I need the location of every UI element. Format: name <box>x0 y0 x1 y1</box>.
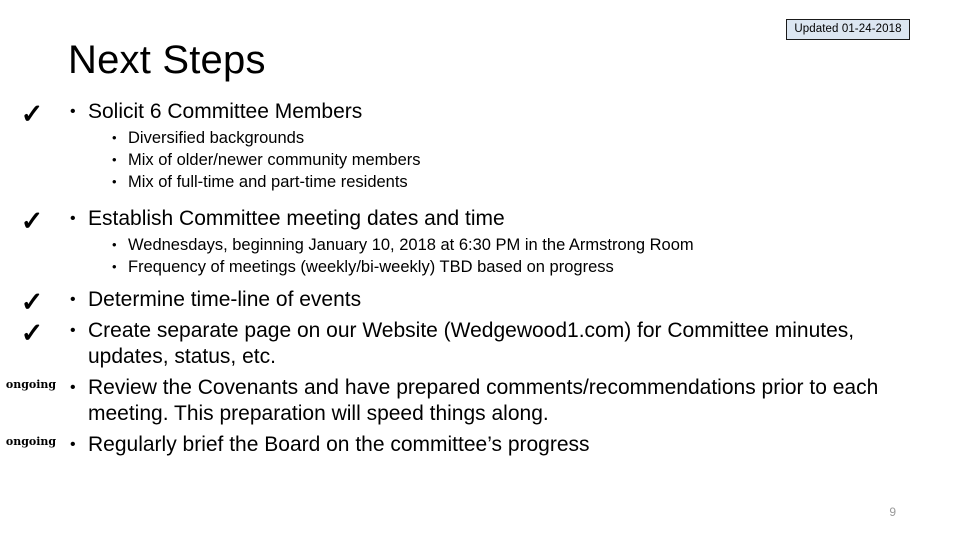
bullet-icon: • <box>112 259 117 274</box>
list-item-label: Solicit 6 Committee Members <box>88 100 363 123</box>
ongoing-label: ongoing <box>5 378 57 391</box>
sub-list-item-label: Mix of older/newer community members <box>128 151 421 169</box>
list-item: ✓ • Solicit 6 Committee Members • Divers… <box>0 99 960 193</box>
list-item-text-row: • Review the Covenants and have prepared… <box>68 375 908 427</box>
list-item-label: Regularly brief the Board on the committ… <box>88 433 590 456</box>
list-item: ✓ • Determine time-line of events <box>0 287 960 317</box>
list-item: ongoing • Review the Covenants and have … <box>0 375 960 427</box>
list-item-text-row: • Create separate page on our Website (W… <box>68 318 908 370</box>
sub-list-item-label: Frequency of meetings (weekly/bi-weekly)… <box>128 258 614 276</box>
updated-badge-label: Updated 01-24-2018 <box>794 22 902 35</box>
list-item-text-row: • Establish Committee meeting dates and … <box>68 206 908 232</box>
slide-canvas: Updated 01-24-2018 Next Steps ✓ • Solici… <box>0 0 960 540</box>
check-icon: ✓ <box>20 318 44 348</box>
bullet-icon: • <box>70 436 76 453</box>
check-icon: ✓ <box>20 287 44 317</box>
status-marker: ongoing <box>0 432 68 450</box>
sub-list-item-label: Wednesdays, beginning January 10, 2018 a… <box>128 236 694 254</box>
list-item-label: Establish Committee meeting dates and ti… <box>88 207 505 230</box>
bullet-icon: • <box>112 152 117 167</box>
status-marker: ongoing <box>0 375 68 393</box>
check-icon: ✓ <box>20 206 44 236</box>
sub-list-item: • Diversified backgrounds <box>112 127 960 149</box>
sub-list-item: • Wednesdays, beginning January 10, 2018… <box>112 234 960 256</box>
bullet-icon: • <box>112 237 117 252</box>
ongoing-label: ongoing <box>5 435 57 448</box>
list-item: ✓ • Create separate page on our Website … <box>0 318 960 370</box>
bullet-icon: • <box>112 130 117 145</box>
bullet-icon: • <box>70 103 76 120</box>
bullet-icon: • <box>70 379 76 396</box>
bullet-icon: • <box>70 322 76 339</box>
page-number: 9 <box>889 505 896 519</box>
sub-list-item: • Mix of full-time and part-time residen… <box>112 171 960 193</box>
status-marker: ✓ <box>0 206 68 236</box>
sub-list-item: • Mix of older/newer community members <box>112 149 960 171</box>
list-item: ✓ • Establish Committee meeting dates an… <box>0 206 960 278</box>
list-item: ongoing • Regularly brief the Board on t… <box>0 432 960 458</box>
status-marker: ✓ <box>0 99 68 129</box>
check-icon: ✓ <box>20 99 44 129</box>
status-marker: ✓ <box>0 287 68 317</box>
bullet-icon: • <box>112 174 117 189</box>
list-item-text-row: • Regularly brief the Board on the commi… <box>68 432 908 458</box>
page-title: Next Steps <box>68 38 266 82</box>
sub-list: • Diversified backgrounds • Mix of older… <box>0 127 960 193</box>
next-steps-list: ✓ • Solicit 6 Committee Members • Divers… <box>0 99 960 458</box>
sub-list: • Wednesdays, beginning January 10, 2018… <box>0 234 960 278</box>
list-item-label: Create separate page on our Website (Wed… <box>88 319 855 368</box>
list-item-text-row: • Determine time-line of events <box>68 287 908 313</box>
list-item-label: Determine time-line of events <box>88 288 362 311</box>
list-item-text-row: • Solicit 6 Committee Members <box>68 99 908 125</box>
bullet-icon: • <box>70 210 76 227</box>
sub-list-item: • Frequency of meetings (weekly/bi-weekl… <box>112 256 960 278</box>
sub-list-item-label: Mix of full-time and part-time residents <box>128 173 408 191</box>
status-marker: ✓ <box>0 318 68 348</box>
list-item-label: Review the Covenants and have prepared c… <box>88 376 879 425</box>
updated-badge: Updated 01-24-2018 <box>786 19 910 40</box>
sub-list-item-label: Diversified backgrounds <box>128 129 305 147</box>
bullet-icon: • <box>70 291 76 308</box>
